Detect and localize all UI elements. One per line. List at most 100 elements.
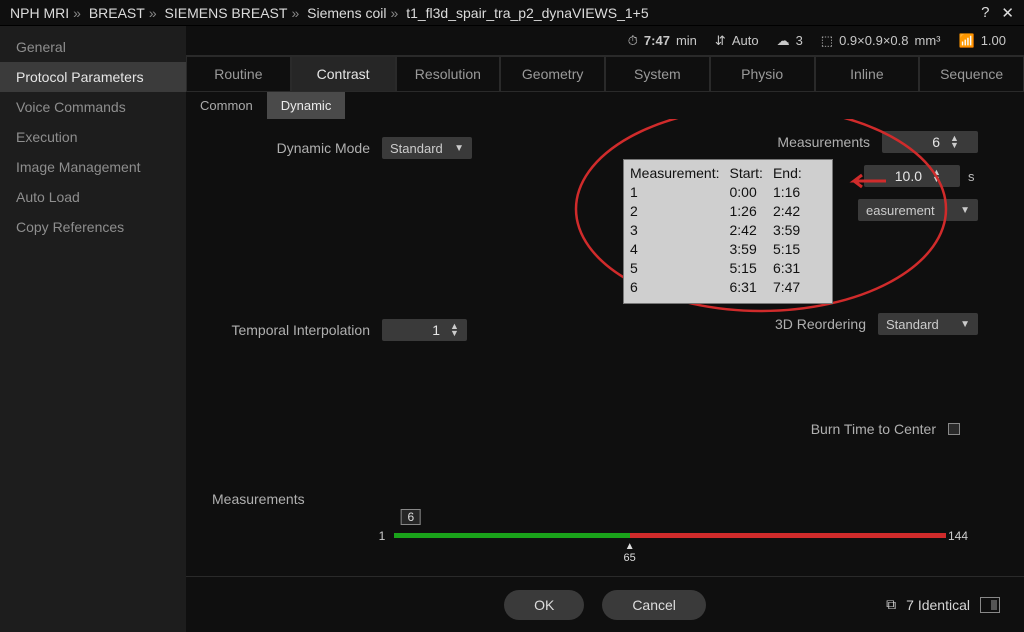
tab-inline[interactable]: Inline <box>815 56 920 91</box>
measurements-label: Measurements <box>668 134 874 150</box>
tooltip-cell: 5:15 <box>729 259 772 278</box>
sliders-icon: ⇵ <box>715 33 726 49</box>
pause-duration-input[interactable] <box>872 168 922 184</box>
cancel-button[interactable]: Cancel <box>602 590 706 620</box>
voxel-size: 0.9×0.9×0.8 <box>839 33 908 48</box>
slider-label: Measurements <box>212 491 305 507</box>
sidebar-item-auto-load[interactable]: Auto Load <box>0 182 186 212</box>
tooltip-cell: 3:59 <box>729 240 772 259</box>
tab-contrast[interactable]: Contrast <box>291 56 396 91</box>
voxel-unit: mm³ <box>915 33 941 48</box>
crumb: t1_fl3d_spair_tra_p2_dynaVIEWS_1+5 <box>406 5 648 21</box>
parameter-tabs: Routine Contrast Resolution Geometry Sys… <box>186 56 1024 92</box>
tab-resolution[interactable]: Resolution <box>396 56 501 91</box>
sidebar-item-general[interactable]: General <box>0 32 186 62</box>
scan-time: 7:47 <box>644 33 670 48</box>
chevron-down-icon: ▼ <box>960 319 970 330</box>
sidebar-item-protocol-parameters[interactable]: Protocol Parameters <box>0 62 186 92</box>
spinner-arrows-icon[interactable]: ▲▼ <box>450 323 459 337</box>
tooltip-cell: 6 <box>630 278 729 297</box>
crumb: SIEMENS BREAST <box>165 5 288 21</box>
temporal-interpolation-input[interactable] <box>390 322 440 338</box>
tooltip-cell: 4 <box>630 240 729 259</box>
measurements-input[interactable] <box>890 134 940 150</box>
slider-min: 1 <box>379 529 386 543</box>
cloud-count: 3 <box>796 33 803 48</box>
ok-button[interactable]: OK <box>504 590 584 620</box>
reordering-value: Standard <box>886 317 939 332</box>
crumb: NPH MRI <box>10 5 69 21</box>
tab-system[interactable]: System <box>605 56 710 91</box>
status-bar: ⏱ 7:47 min ⇵ Auto ☁ 3 ⬚ 0.9×0.9×0.8 mm³ … <box>186 26 1024 56</box>
tooltip-head-start: Start: <box>729 164 772 183</box>
chevron-down-icon: ▼ <box>960 205 970 216</box>
reordering-select[interactable]: Standard ▼ <box>878 313 978 335</box>
tab-geometry[interactable]: Geometry <box>500 56 605 91</box>
tab-sequence[interactable]: Sequence <box>919 56 1024 91</box>
slider-max: 144 <box>948 529 968 543</box>
tab-routine[interactable]: Routine <box>186 56 291 91</box>
tooltip-head-end: End: <box>773 164 812 183</box>
tooltip-cell: 5:15 <box>773 240 812 259</box>
tooltip-cell: 3:59 <box>773 221 812 240</box>
tooltip-cell: 1:16 <box>773 183 812 202</box>
close-icon[interactable]: ✕ <box>1001 4 1014 22</box>
contrast-subtabs: Common Dynamic <box>186 92 1024 119</box>
slider-value-tag: 6 <box>400 509 421 525</box>
spinner-arrows-icon[interactable]: ▲▼ <box>932 169 941 183</box>
burn-time-checkbox[interactable] <box>948 423 960 435</box>
temporal-interpolation-stepper[interactable]: ▲▼ <box>382 319 467 341</box>
tooltip-cell: 6:31 <box>729 278 772 297</box>
title-bar: NPH MRI» BREAST» SIEMENS BREAST» Siemens… <box>0 0 1024 26</box>
sidebar-item-image-management[interactable]: Image Management <box>0 152 186 182</box>
sidebar-item-copy-references[interactable]: Copy References <box>0 212 186 242</box>
cycle-value: easurement <box>866 203 935 218</box>
subtab-dynamic[interactable]: Dynamic <box>267 92 346 119</box>
tooltip-cell: 2 <box>630 202 729 221</box>
burn-time-label: Burn Time to Center <box>668 421 940 437</box>
tooltip-cell: 6:31 <box>773 259 812 278</box>
spinner-arrows-icon[interactable]: ▲▼ <box>950 135 959 149</box>
measurements-stepper[interactable]: ▲▼ <box>882 131 978 153</box>
wifi-icon: 📶 <box>959 33 975 49</box>
layout-toggle[interactable] <box>980 597 1000 613</box>
dynamic-mode-value: Standard <box>390 141 443 156</box>
tooltip-head-measurement: Measurement: <box>630 164 729 183</box>
pause-duration-stepper[interactable]: ▲▼ <box>864 165 960 187</box>
subtab-common[interactable]: Common <box>186 92 267 119</box>
stopwatch-icon: ⏱ <box>628 33 638 49</box>
sidebar-item-voice-commands[interactable]: Voice Commands <box>0 92 186 122</box>
slider-mid-marker: 65 <box>624 541 636 564</box>
tooltip-cell: 0:00 <box>729 183 772 202</box>
sidebar: General Protocol Parameters Voice Comman… <box>0 26 186 632</box>
reordering-label: 3D Reordering <box>668 316 870 332</box>
cube-icon: ⬚ <box>821 33 833 49</box>
tooltip-cell: 5 <box>630 259 729 278</box>
measurement-timings-tooltip: Measurement: Start: End: 10:001:16 21:26… <box>623 159 833 304</box>
crumb: BREAST <box>89 5 145 21</box>
tooltip-cell: 7:47 <box>773 278 812 297</box>
breadcrumb: NPH MRI» BREAST» SIEMENS BREAST» Siemens… <box>10 5 969 21</box>
identical-count[interactable]: 7 Identical <box>906 597 970 613</box>
dynamic-mode-label: Dynamic Mode <box>212 140 382 156</box>
dynamic-mode-select[interactable]: Standard ▼ <box>382 137 472 159</box>
help-icon[interactable]: ? <box>981 4 989 21</box>
tooltip-cell: 3 <box>630 221 729 240</box>
crumb: Siemens coil <box>307 5 386 21</box>
measurements-slider[interactable]: 1 6 65 144 <box>382 513 958 563</box>
chevron-down-icon: ▼ <box>454 143 464 154</box>
auto-label: Auto <box>732 33 759 48</box>
tooltip-cell: 1:26 <box>729 202 772 221</box>
signal-value: 1.00 <box>981 33 1006 48</box>
pause-unit: s <box>968 169 978 184</box>
tooltip-cell: 2:42 <box>729 221 772 240</box>
tooltip-cell: 1 <box>630 183 729 202</box>
temporal-interpolation-label: Temporal Interpolation <box>212 322 382 338</box>
tooltip-cell: 2:42 <box>773 202 812 221</box>
scan-time-unit: min <box>676 33 697 48</box>
sidebar-item-execution[interactable]: Execution <box>0 122 186 152</box>
tab-physio[interactable]: Physio <box>710 56 815 91</box>
copy-icon: ⧉ <box>886 596 896 613</box>
cycle-select[interactable]: easurement ▼ <box>858 199 978 221</box>
cloud-icon: ☁ <box>777 33 790 49</box>
